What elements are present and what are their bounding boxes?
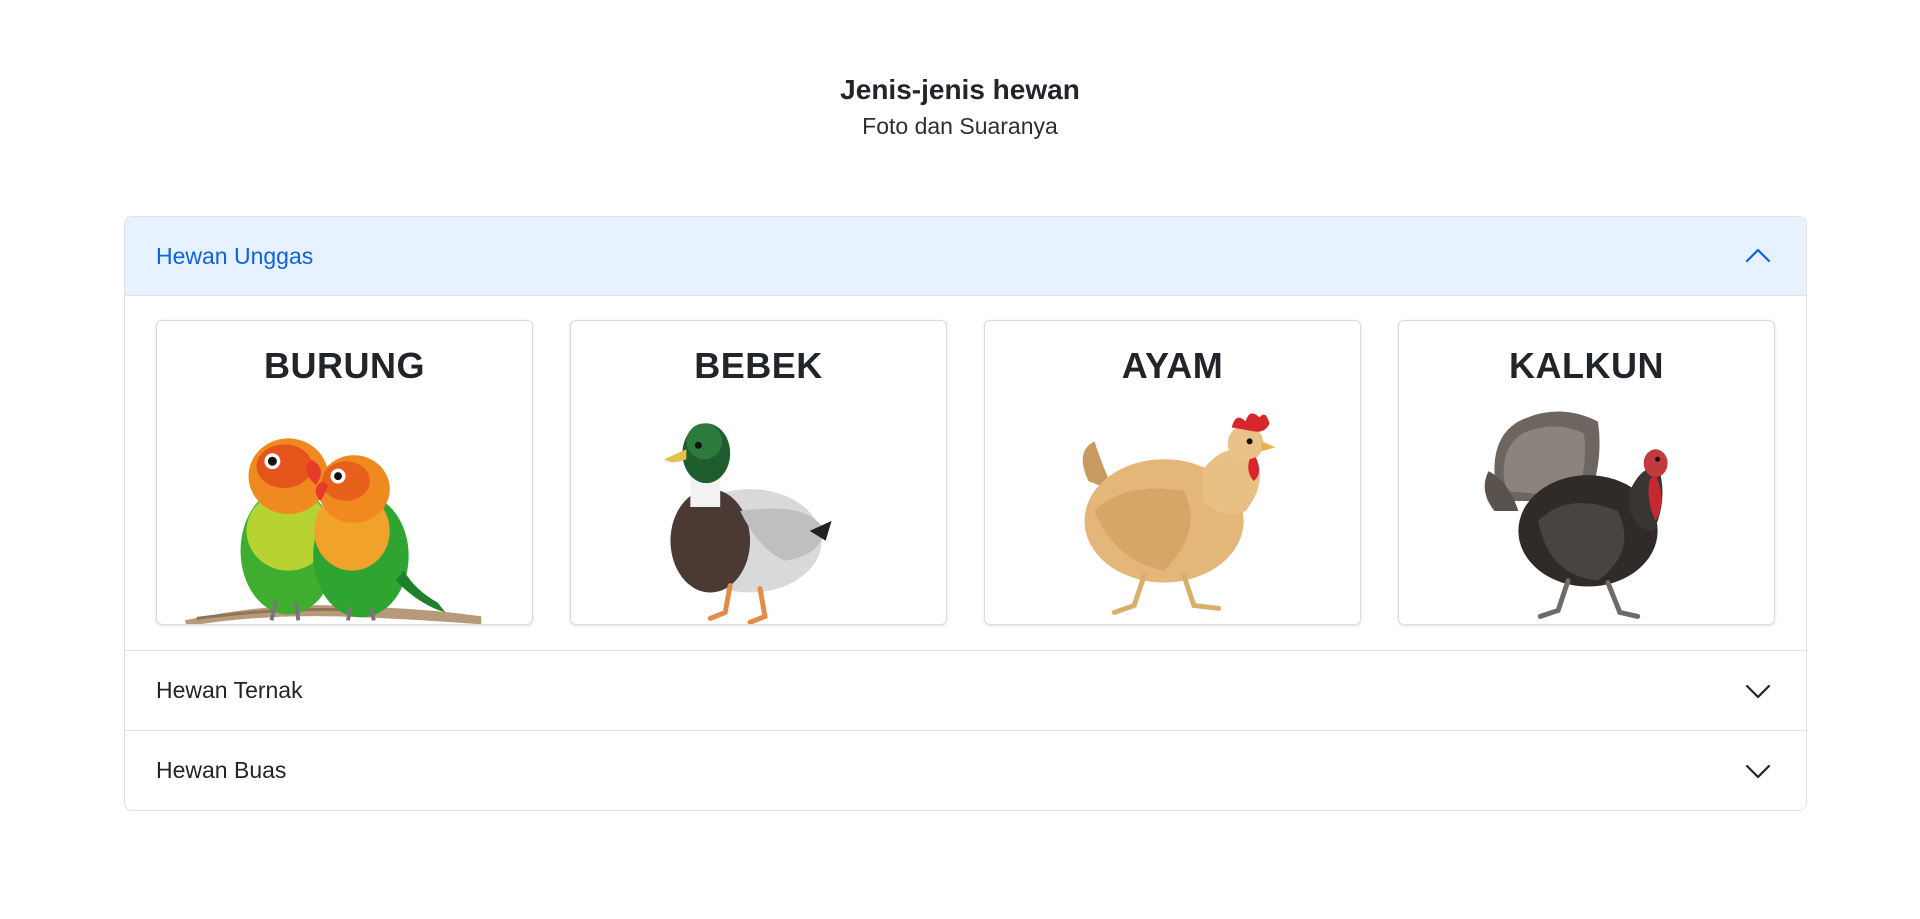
card-title: BURUNG [264, 345, 425, 386]
accordion-header-label: Hewan Buas [156, 757, 287, 783]
page-title: Jenis-jenis hewan [840, 74, 1080, 105]
chevron-down-icon [1745, 764, 1771, 778]
accordion-header-label: Hewan Unggas [156, 242, 314, 269]
accordion-header-label: Hewan Ternak [156, 677, 303, 703]
animal-card-burung[interactable]: BURUNG [156, 320, 533, 625]
duck-image [664, 423, 832, 624]
chevron-up-icon [1745, 248, 1771, 263]
animal-card-grid: BURUNG BEBEK AYAM KALKUN [156, 320, 1775, 625]
chicken-image [1082, 413, 1276, 615]
page-header: Jenis-jenis hewan Foto dan Suaranya [0, 70, 1920, 142]
page-subtitle: Foto dan Suaranya [862, 113, 1058, 139]
lovebird-image [184, 438, 482, 624]
accordion-header-hewan-unggas[interactable]: Hewan Unggas [125, 217, 1806, 296]
animal-card-kalkun[interactable]: KALKUN [1398, 320, 1775, 625]
turkey-image [1484, 411, 1668, 619]
accordion-header-hewan-buas[interactable]: Hewan Buas [125, 731, 1806, 810]
card-title: AYAM [1121, 345, 1224, 386]
card-title: BEBEK [694, 345, 823, 386]
accordion-item-hewan-buas: Hewan Buas [125, 730, 1806, 810]
accordion-item-hewan-unggas: Hewan Unggas BURUNG BEBEK AYAM KALKUN [125, 217, 1806, 650]
accordion-header-hewan-ternak[interactable]: Hewan Ternak [125, 651, 1806, 730]
chevron-down-icon [1745, 684, 1771, 698]
animal-card-bebek[interactable]: BEBEK [570, 320, 947, 625]
accordion-item-hewan-ternak: Hewan Ternak [125, 650, 1806, 730]
accordion-body-hewan-unggas: BURUNG BEBEK AYAM KALKUN [125, 296, 1806, 650]
animal-card-ayam[interactable]: AYAM [984, 320, 1361, 625]
animal-accordion: Hewan Unggas BURUNG BEBEK AYAM KALKUN He… [124, 216, 1807, 811]
card-title: KALKUN [1509, 345, 1664, 386]
